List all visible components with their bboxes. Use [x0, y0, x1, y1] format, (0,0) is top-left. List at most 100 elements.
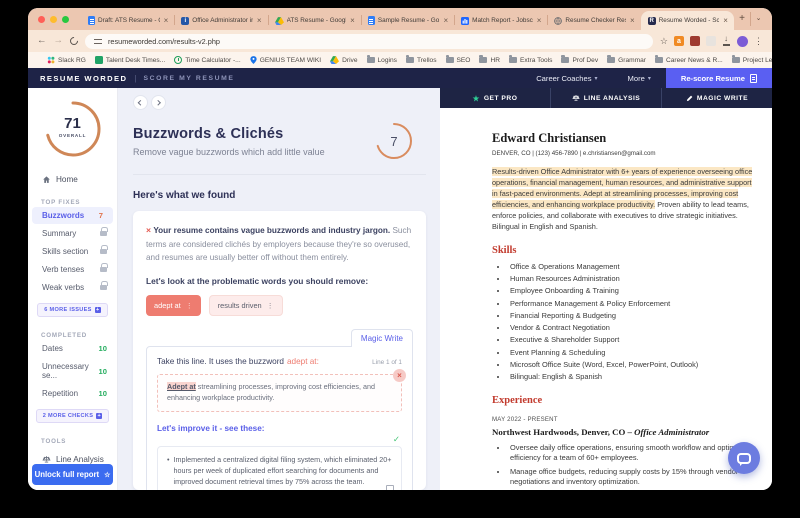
tag-menu-icon[interactable]: ⋮	[186, 302, 193, 310]
bookmark-genius-wiki[interactable]: GENIUS TEAM WIKI	[250, 56, 321, 64]
chat-widget-button[interactable]	[728, 442, 760, 474]
browser-tab-resume-worded-active[interactable]: R Resume Worded - Score ×	[640, 11, 734, 30]
extension-icon-red[interactable]	[690, 36, 700, 46]
back-button[interactable]: ←	[37, 36, 47, 46]
bookmark-time-calculator[interactable]: Time Calculator -...	[174, 56, 241, 64]
lock-icon	[100, 245, 108, 255]
bookmark-slack[interactable]: Slack RG	[47, 56, 86, 64]
fullscreen-window-button[interactable]	[62, 15, 69, 23]
browser-menu-icon[interactable]: ⋮	[754, 36, 763, 47]
bookmark-folder-logins[interactable]: Logins	[366, 55, 397, 64]
tab-magic-write[interactable]: MAGIC WRITE	[661, 88, 772, 108]
bookmark-star-icon[interactable]: ☆	[660, 36, 668, 47]
buzzwords-score: 7	[98, 211, 103, 220]
bookmark-folder-seo[interactable]: SEO	[445, 55, 470, 64]
sidebar-item-summary[interactable]: Summary	[28, 225, 117, 242]
new-tab-button[interactable]: +	[734, 11, 750, 27]
more-issues-button[interactable]: 6 MORE ISSUES +	[37, 303, 108, 317]
sidebar-item-repetition[interactable]: Repetition 10	[28, 385, 117, 402]
bookmark-folder-extra-tools[interactable]: Extra Tools	[508, 55, 552, 64]
bookmark-folder-career-news[interactable]: Career News & R...	[654, 55, 723, 64]
lock-icon	[100, 227, 108, 237]
line-intro-text: Take this line. It uses the buzzword	[157, 357, 284, 366]
job-company-line: Northwest Hardwoods, Denver, CO – Office…	[492, 426, 710, 437]
browser-tab-sample-resume[interactable]: Sample Resume - Googl ×	[360, 11, 454, 30]
browser-tab-ats-resume-drive[interactable]: ATS Resume - Google D ×	[267, 11, 361, 30]
site-info-icon[interactable]	[94, 38, 102, 44]
folder-icon	[654, 55, 663, 63]
clock-icon	[174, 56, 183, 64]
sidebar-item-line-analysis[interactable]: Line Analysis	[28, 455, 117, 464]
overall-score-gauge: 71 OVERALL	[44, 100, 102, 158]
forward-button[interactable]: →	[54, 36, 64, 46]
folder-icon	[366, 55, 375, 63]
more-checks-button[interactable]: 2 MORE CHECKS +	[35, 409, 110, 423]
remove-line-icon[interactable]: ×	[393, 369, 406, 382]
sidebar-item-verb-tenses[interactable]: Verb tenses	[28, 261, 117, 278]
check-icon: ✓	[392, 433, 400, 444]
bookmark-folder-project-leadin[interactable]: Project Leadin'	[731, 55, 772, 64]
sidebar-item-unnecessary-sections[interactable]: Unnecessary se... 10	[28, 358, 117, 384]
tab-close-icon[interactable]: ×	[629, 16, 636, 25]
resume-document: Edward Christiansen DENVER, CO | (123) 4…	[440, 108, 772, 490]
tag-menu-icon[interactable]: ⋮	[267, 302, 274, 310]
job-title: Office Administrator	[634, 426, 710, 437]
browser-tab-jobscan[interactable]: Match Report - Jobscan ×	[454, 11, 547, 30]
tab-close-icon[interactable]: ×	[442, 16, 449, 25]
google-drive-icon	[274, 16, 284, 25]
sidebar-item-weak-verbs[interactable]: Weak verbs	[28, 279, 117, 296]
bookmark-folder-hr[interactable]: HR	[479, 55, 500, 64]
brand-divider: |	[134, 73, 137, 83]
extension-icon-a[interactable]: a	[674, 36, 684, 46]
google-docs-icon	[367, 16, 375, 25]
unlock-full-report-button[interactable]: Unlock full report ☆	[32, 464, 113, 485]
browser-tab-office-administrator[interactable]: i Office Administrator in D ×	[174, 11, 267, 30]
tab-close-icon[interactable]: ×	[536, 16, 543, 25]
tab-close-icon[interactable]: ×	[163, 16, 170, 25]
copy-icon[interactable]	[386, 485, 394, 490]
brand-logo[interactable]: RESUME WORDED	[40, 74, 127, 83]
bookmark-folder-grammar[interactable]: Grammar	[607, 55, 646, 64]
downloads-icon[interactable]	[722, 34, 731, 46]
tab-close-icon[interactable]: ×	[349, 16, 356, 25]
buzzword-highlight: adept at:	[286, 357, 319, 366]
bookmark-folder-trellos[interactable]: Trellos	[405, 55, 437, 64]
star-icon: ★	[472, 93, 480, 103]
nav-career-coaches[interactable]: Career Coaches ▾	[521, 74, 612, 83]
magic-write-widget: Magic Write Take this line. It uses the …	[146, 329, 413, 490]
tab-close-icon[interactable]: ×	[256, 16, 263, 25]
folder-icon	[445, 55, 454, 63]
sidebar-item-home[interactable]: Home	[28, 175, 117, 184]
sidebar-item-dates[interactable]: Dates 10	[28, 340, 117, 357]
buzzword-tag-adept-at[interactable]: adept at ⋮	[146, 295, 201, 316]
job-bullet: Manage office budgets, reducing supply c…	[508, 467, 758, 488]
extension-icon-grey[interactable]	[706, 36, 716, 46]
rescore-resume-button[interactable]: Re-score Resume	[665, 68, 772, 88]
bookmark-folder-prof-dev[interactable]: Prof Dev	[561, 55, 598, 64]
address-bar[interactable]: resumeworded.com/results-v2.php	[85, 33, 653, 49]
tab-search-button[interactable]: ⌄	[750, 12, 766, 26]
reload-button[interactable]	[68, 35, 80, 47]
tab-get-pro[interactable]: ★ GET PRO	[440, 88, 550, 108]
previous-section-button[interactable]	[133, 95, 148, 110]
browser-tab-resume-checker[interactable]: Resume Checker Results ×	[547, 11, 640, 30]
pencil-icon	[686, 95, 693, 101]
tab-line-analysis[interactable]: LINE ANALYSIS	[550, 88, 661, 108]
page-subtitle: Remove vague buzzwords which add little …	[133, 146, 325, 157]
profile-avatar[interactable]	[737, 35, 748, 47]
bookmark-drive[interactable]: Drive	[330, 56, 358, 64]
tab-close-icon[interactable]: ×	[722, 16, 729, 25]
sidebar-item-skills-section[interactable]: Skills section	[28, 243, 117, 260]
chevron-right-icon	[155, 99, 161, 106]
nav-more[interactable]: More ▾	[613, 74, 666, 83]
close-window-button[interactable]	[38, 15, 45, 23]
bookmarks-bar: Slack RG Talent Desk Times... Time Calcu…	[28, 52, 772, 68]
buzzword-tag-results-driven[interactable]: results driven ⋮	[208, 295, 283, 316]
minimize-window-button[interactable]	[50, 15, 57, 23]
sidebar-item-buzzwords[interactable]: Buzzwords 7	[32, 207, 113, 224]
slack-icon	[47, 56, 55, 64]
next-section-button[interactable]	[151, 95, 166, 110]
browser-tab-docs-draft[interactable]: Draft: ATS Resume - Go ×	[81, 11, 174, 30]
magic-write-tab[interactable]: Magic Write	[350, 329, 413, 347]
bookmark-talent-desk[interactable]: Talent Desk Times...	[94, 56, 165, 64]
